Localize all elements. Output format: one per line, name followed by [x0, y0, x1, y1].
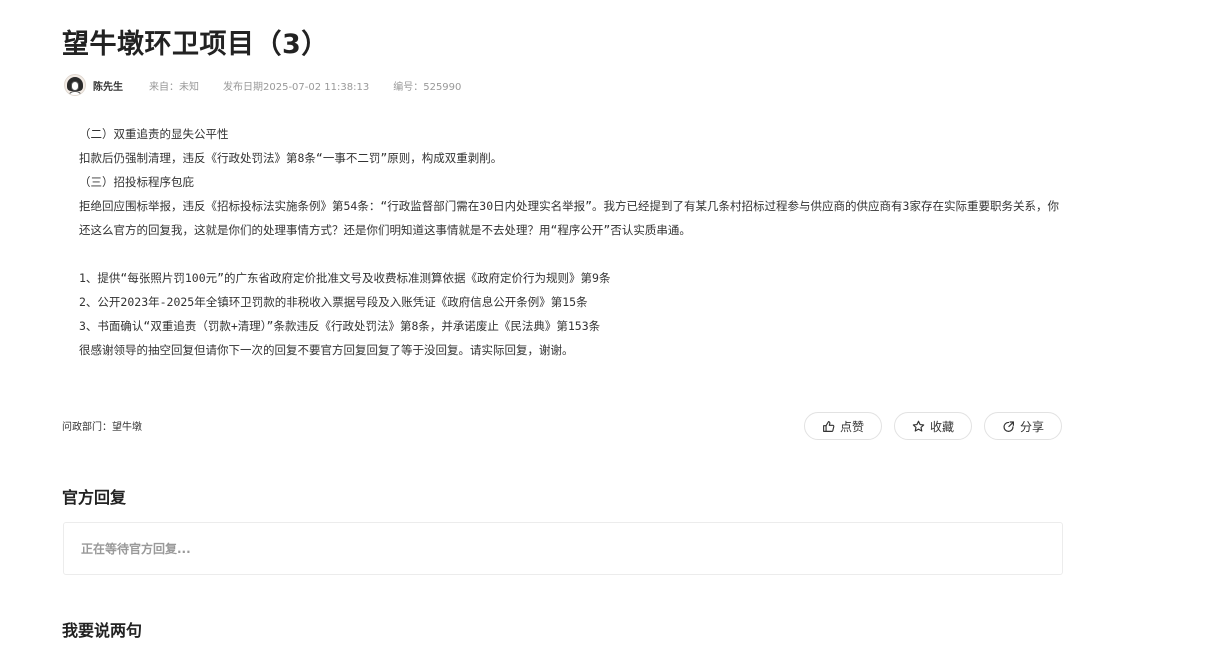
- page: 望牛墩环卫项目（3） 陈先生 来自：未知 发布日期2025-07-02 11:3…: [0, 0, 1232, 647]
- like-label: 点赞: [839, 419, 864, 434]
- source-label: 来自：未知: [149, 81, 199, 93]
- page-title: 望牛墩环卫项目（3）: [62, 29, 329, 60]
- like-button[interactable]: 点赞: [804, 412, 882, 440]
- content-paragraph: 拒绝回应围标举报，违反《招标投标法实施条例》第54条：“行政监督部门需在30日内…: [79, 199, 1059, 237]
- department-label: 问政部门：望牛墩: [62, 422, 142, 433]
- content-line: （二）双重追责的显失公平性: [79, 127, 229, 141]
- star-icon: [912, 420, 925, 432]
- publish-date: 发布日期2025-07-02 11:38:13: [223, 81, 370, 93]
- content-line: （三）招投标程序包庇: [79, 175, 194, 189]
- official-reply-title: 官方回复: [62, 488, 127, 507]
- comment-section-title: 我要说两句: [62, 621, 143, 640]
- avatar-body: [68, 91, 82, 95]
- request-item: 3、书面确认“双重追责（罚款+清理）”条款违反《行政处罚法》第8条，并承诺废止《…: [79, 319, 601, 333]
- avatar-face: [71, 81, 79, 91]
- request-item: 2、公开2023年-2025年全镇环卫罚款的非税收入票据号段及入账凭证《政府信息…: [79, 295, 588, 309]
- action-bar: 点赞 收藏 分享: [804, 412, 1062, 440]
- share-icon: [1003, 420, 1014, 432]
- waiting-reply-text: 正在等待官方回复...: [81, 542, 191, 556]
- content-line: 扣款后仍强制清理，违反《行政处罚法》第8条“一事不二罚”原则，构成双重剥削。: [79, 151, 503, 165]
- post-number: 编号：525990: [393, 81, 462, 93]
- post-content: （二）双重追责的显失公平性 扣款后仍强制清理，违反《行政处罚法》第8条“一事不二…: [62, 122, 1062, 362]
- request-item: 1、提供“每张照片罚100元”的广东省政府定价批准文号及收费标准测算依据《政府定…: [79, 271, 611, 285]
- avatar[interactable]: [64, 74, 86, 96]
- share-button[interactable]: 分享: [984, 412, 1062, 440]
- official-reply-box: 正在等待官方回复...: [63, 522, 1063, 575]
- share-label: 分享: [1019, 419, 1044, 434]
- closing-line: 很感谢领导的抽空回复但请你下一次的回复不要官方回复回复了等于没回复。请实际回复，…: [79, 343, 574, 357]
- thumbs-up-icon: [823, 420, 835, 432]
- author-name[interactable]: 陈先生: [93, 78, 123, 93]
- favorite-label: 收藏: [929, 419, 954, 434]
- meta-bar: 陈先生 来自：未知 发布日期2025-07-02 11:38:13 编号：525…: [64, 73, 485, 97]
- favorite-button[interactable]: 收藏: [894, 412, 972, 440]
